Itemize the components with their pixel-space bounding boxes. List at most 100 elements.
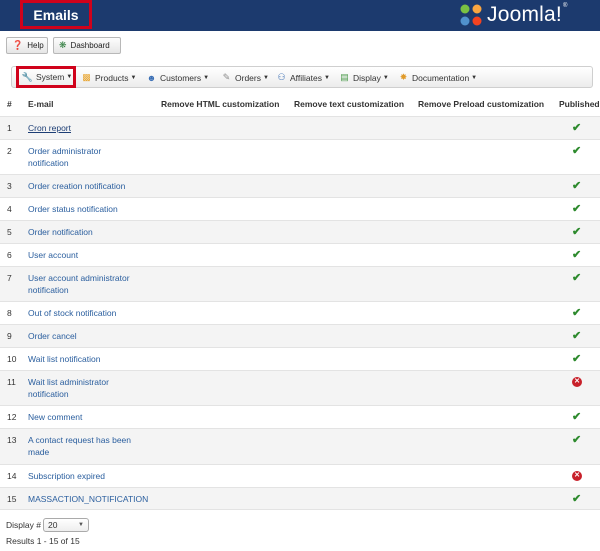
caret-down-icon: ▼	[382, 74, 389, 81]
menu-display[interactable]: ▤ Display ▼	[337, 69, 391, 86]
row-number: 9	[7, 331, 12, 341]
row-number: 15	[7, 494, 17, 504]
check-icon: ✔	[572, 180, 582, 192]
email-link[interactable]: Order status notification	[28, 203, 168, 215]
email-link[interactable]: Wait list notification	[28, 353, 158, 365]
customers-icon: ☻	[146, 72, 157, 83]
published-toggle[interactable]: ✔	[572, 307, 584, 319]
email-link[interactable]: Order administrator notification	[28, 145, 138, 169]
caret-down-icon: ▼	[262, 74, 269, 81]
email-link[interactable]: MASSACTION_NOTIFICATION	[28, 493, 188, 505]
documentation-icon: ✸	[399, 72, 408, 82]
email-link[interactable]: User account administrator notification	[28, 272, 146, 296]
menu-system[interactable]: 🔧 System ▼	[16, 66, 76, 88]
published-toggle[interactable]: ✔	[572, 180, 584, 192]
menu-documentation-label: Documentation	[412, 72, 470, 83]
caret-down-icon: ▼	[203, 74, 210, 81]
email-link[interactable]: Cron report	[28, 122, 158, 134]
published-toggle[interactable]: ✔	[572, 434, 584, 446]
page-title-box: Emails	[20, 0, 92, 29]
published-toggle[interactable]: ✕	[572, 377, 584, 389]
col-num[interactable]: #	[7, 99, 12, 109]
table-row: 14 Subscription expired ✕	[0, 464, 600, 487]
email-link[interactable]: User account	[28, 249, 158, 261]
table-row: 12 New comment ✔	[0, 405, 600, 428]
email-link[interactable]: Order creation notification	[28, 180, 168, 192]
row-number: 1	[7, 123, 12, 133]
table-row: 10 Wait list notification ✔	[0, 347, 600, 370]
check-icon: ✔	[572, 493, 582, 505]
menu-documentation[interactable]: ✸ Documentation ▼	[396, 69, 479, 86]
main-menu-bar: 🔧 System ▼ ▩ Products ▼ ☻ Customers ▼ ✎ …	[11, 66, 593, 88]
menu-customers-label: Customers	[160, 72, 202, 83]
check-icon: ✔	[572, 330, 582, 342]
display-icon: ▤	[340, 72, 349, 82]
table-header: # E-mail Remove HTML customization Remov…	[0, 96, 600, 114]
menu-products[interactable]: ▩ Products ▼	[79, 69, 139, 86]
row-number: 12	[7, 412, 17, 422]
email-link[interactable]: Order cancel	[28, 330, 158, 342]
table-row: 5 Order notification ✔	[0, 220, 600, 243]
col-published[interactable]: Published	[559, 99, 600, 109]
row-number: 14	[7, 471, 17, 481]
table-row: 15 MASSACTION_NOTIFICATION ✔	[0, 487, 600, 510]
published-toggle[interactable]: ✔	[572, 272, 584, 284]
published-toggle[interactable]: ✔	[572, 353, 584, 365]
email-link[interactable]: Subscription expired	[28, 470, 158, 482]
published-toggle[interactable]: ✔	[572, 203, 584, 215]
published-toggle[interactable]: ✔	[572, 249, 584, 261]
published-toggle[interactable]: ✕	[572, 471, 584, 483]
email-link[interactable]: Wait list administrator notification	[28, 376, 128, 400]
published-toggle[interactable]: ✔	[572, 145, 584, 157]
affiliates-icon: ⚇	[277, 72, 286, 82]
published-toggle[interactable]: ✔	[572, 122, 584, 134]
check-icon: ✔	[572, 249, 582, 261]
check-icon: ✔	[572, 307, 582, 319]
dashboard-button[interactable]: ❋ Dashboard	[53, 37, 121, 54]
menu-products-label: Products	[95, 72, 129, 83]
caret-down-icon: ▼	[78, 522, 84, 528]
display-value: 20	[47, 520, 58, 530]
email-link[interactable]: Out of stock notification	[28, 307, 168, 319]
row-number: 5	[7, 227, 12, 237]
col-remove-html: Remove HTML customization	[161, 99, 280, 109]
published-toggle[interactable]: ✔	[572, 330, 584, 342]
display-select[interactable]: 20 ▼	[42, 518, 89, 532]
col-remove-text: Remove text customization	[294, 99, 405, 109]
row-number: 8	[7, 308, 12, 318]
results-count: Results 1 - 15 of 15	[6, 536, 80, 546]
caret-down-icon: ▼	[323, 74, 330, 81]
row-number: 6	[7, 250, 12, 260]
error-icon: ✕	[572, 471, 582, 481]
menu-display-label: Display	[353, 72, 381, 83]
menu-customers[interactable]: ☻ Customers ▼	[144, 69, 211, 86]
caret-down-icon: ▼	[130, 74, 137, 81]
joomla-logo: Joomla!®	[458, 2, 568, 28]
row-number: 13	[7, 435, 17, 445]
check-icon: ✔	[572, 272, 582, 284]
row-number: 3	[7, 181, 12, 191]
table-row: 7 User account administrator notificatio…	[0, 266, 600, 301]
menu-affiliates-label: Affiliates	[290, 72, 322, 83]
email-link[interactable]: A contact request has been made	[28, 434, 146, 458]
row-number: 7	[7, 273, 12, 283]
table-row: 6 User account ✔	[0, 243, 600, 266]
published-toggle[interactable]: ✔	[572, 226, 584, 238]
row-number: 11	[7, 377, 16, 387]
caret-down-icon: ▼	[471, 74, 478, 81]
col-email[interactable]: E-mail	[28, 99, 54, 109]
menu-affiliates[interactable]: ⚇ Affiliates ▼	[274, 69, 332, 86]
check-icon: ✔	[572, 145, 582, 157]
published-toggle[interactable]: ✔	[572, 411, 584, 423]
table-row: 1 Cron report ✔	[0, 116, 600, 139]
table-row: 9 Order cancel ✔	[0, 324, 600, 347]
help-button[interactable]: ❓ Help	[6, 37, 48, 54]
email-link[interactable]: New comment	[28, 411, 158, 423]
display-label: Display #	[6, 520, 41, 530]
caret-down-icon: ▼	[66, 74, 73, 80]
menu-orders[interactable]: ✎ Orders ▼	[219, 69, 271, 86]
published-toggle[interactable]: ✔	[572, 493, 584, 505]
email-link[interactable]: Order notification	[28, 226, 158, 238]
display-count: Display # 20 ▼	[6, 518, 89, 532]
page-title: Emails	[33, 6, 79, 23]
